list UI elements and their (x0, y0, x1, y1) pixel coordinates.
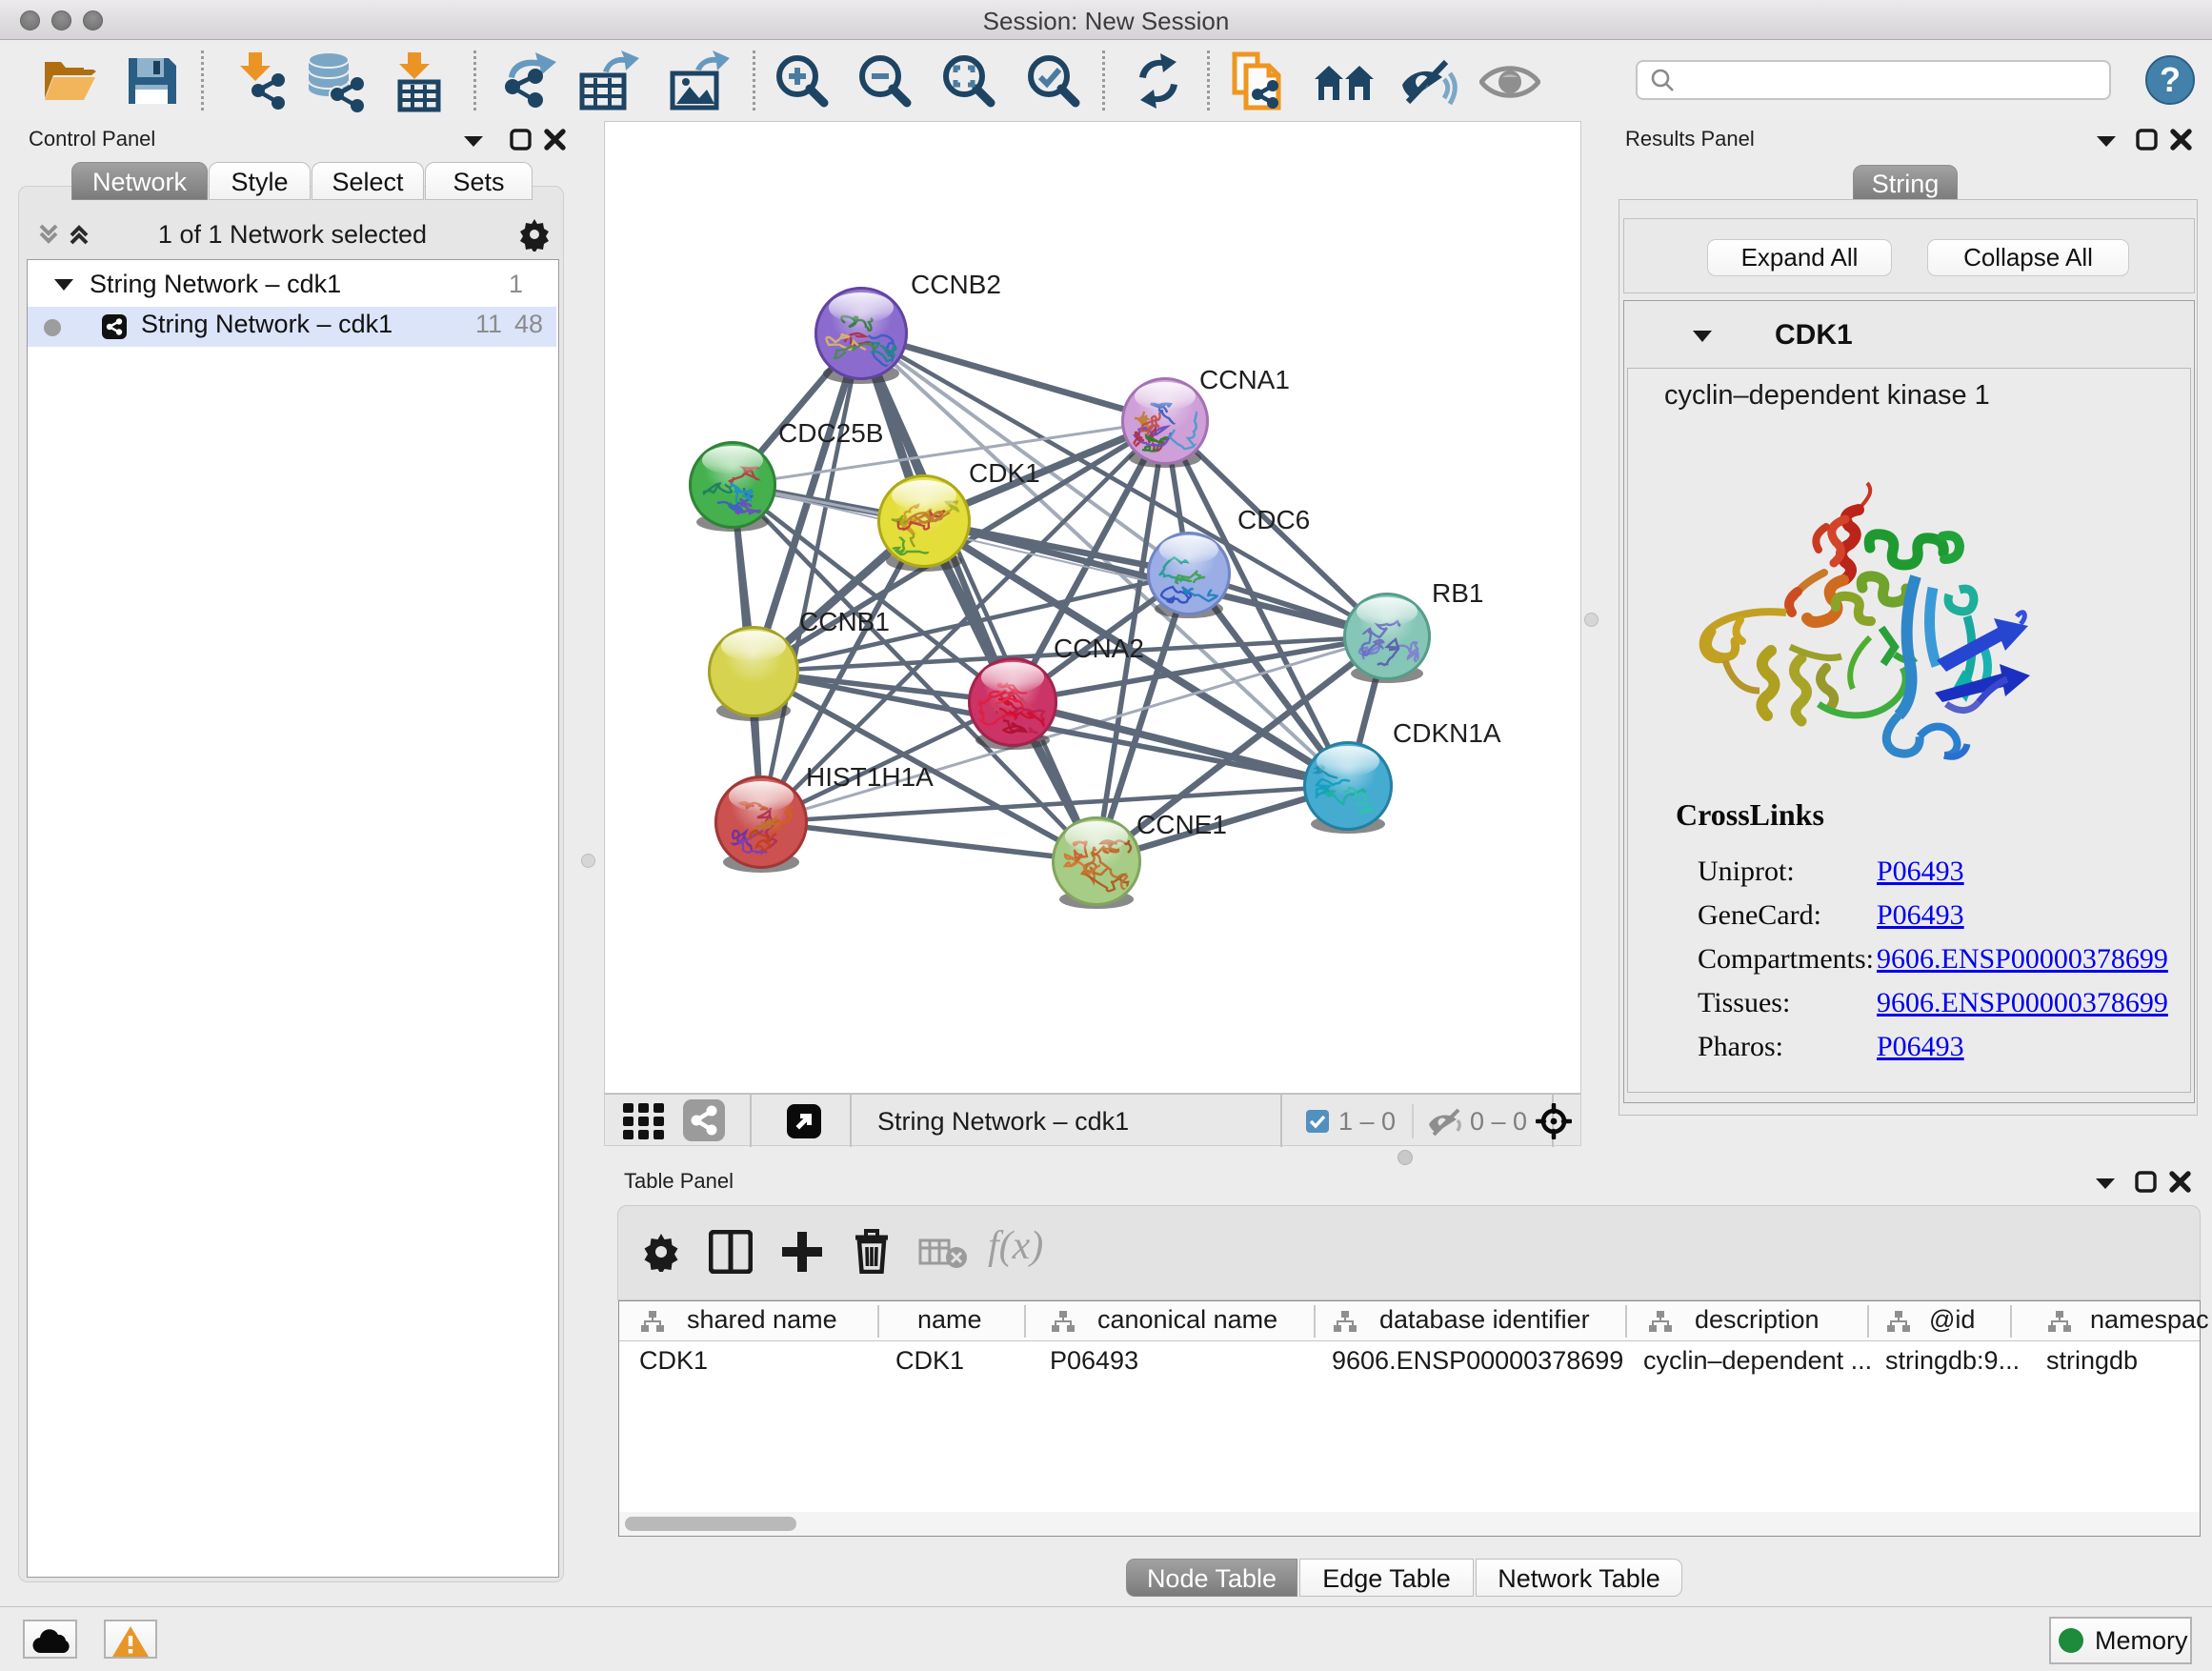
svg-text:CDK1: CDK1 (969, 458, 1040, 488)
svg-text:CCNB2: CCNB2 (911, 270, 1001, 299)
svg-text:CDC25B: CDC25B (778, 418, 883, 448)
svg-text:HIST1H1A: HIST1H1A (806, 762, 934, 792)
svg-text:RB1: RB1 (1432, 578, 1483, 608)
svg-text:CCNB1: CCNB1 (799, 607, 890, 636)
svg-text:CDC6: CDC6 (1237, 505, 1310, 534)
svg-text:?: ? (2160, 60, 2181, 99)
svg-text:CCNA2: CCNA2 (1054, 634, 1144, 663)
svg-text:CDKN1A: CDKN1A (1393, 718, 1501, 748)
svg-text:CCNE1: CCNE1 (1136, 810, 1227, 839)
svg-text:CCNA1: CCNA1 (1199, 365, 1290, 394)
